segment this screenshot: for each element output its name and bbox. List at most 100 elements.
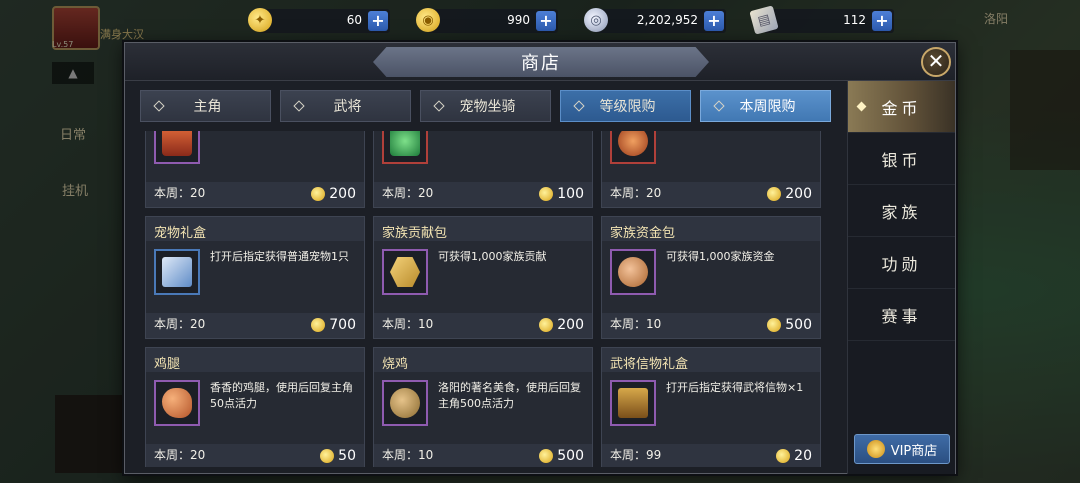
diamond-icon <box>433 100 445 112</box>
resource-silver-coin: ◎ 2,202,952 + <box>584 8 726 33</box>
tab-label: 宠物坐骑 <box>459 99 516 115</box>
resource-gold-ingot: ◉ 990 + <box>416 8 558 33</box>
item-icon-frame <box>610 131 656 164</box>
gold-coin-icon: ✦ <box>248 8 272 32</box>
item-body <box>146 131 364 182</box>
close-icon[interactable]: ✕ <box>921 47 951 77</box>
gold-coin-icon <box>539 449 554 463</box>
tab-label: 主角 <box>193 99 222 115</box>
treasure-chest-icon <box>618 388 648 418</box>
item-icon-frame <box>382 249 428 295</box>
item-limit: 本周：10 <box>382 317 434 331</box>
item-description: 可获得1,000家族资金 <box>666 250 775 263</box>
roast-chicken-icon <box>390 388 420 418</box>
item-limit: 本周：20 <box>154 186 206 200</box>
item-price[interactable]: 200 <box>767 186 812 202</box>
add-gold-coin-button[interactable]: + <box>368 11 388 31</box>
item-limit: 本周：10 <box>382 448 434 462</box>
price-value: 20 <box>794 448 812 464</box>
resource-scroll: ▤ 112 + <box>749 5 894 35</box>
price-value: 200 <box>785 186 812 202</box>
diamond-icon <box>153 100 165 112</box>
shop-item-card[interactable]: 鸡腿 香香的鸡腿，使用后回复主角50点活力 本周：20 50 <box>145 347 365 467</box>
shop-item-card[interactable]: 家族贡献包 可获得1,000家族贡献 本周：10 200 <box>373 216 593 339</box>
item-limit: 本周：99 <box>610 448 662 462</box>
vip-shop-button[interactable]: VIP商店 <box>854 434 950 464</box>
add-silver-coin-button[interactable]: + <box>704 11 724 31</box>
pet-gift-box-icon <box>162 257 192 287</box>
category-silver[interactable]: 银币 <box>848 133 955 185</box>
contribution-token-icon <box>390 257 420 287</box>
currency-category-list: 金币 银币 家族 功勋 赛事 VIP商店 <box>847 81 955 474</box>
item-description: 打开后指定获得武将信物×1 <box>666 381 804 394</box>
item-icon-frame <box>382 131 428 164</box>
item-description: 打开后指定获得普通宠物1只 <box>210 250 349 263</box>
gold-coin-icon <box>320 449 335 463</box>
shop-header: 商店 ✕ <box>125 43 955 81</box>
item-price[interactable]: 20 <box>776 448 812 464</box>
tab-generals[interactable]: 武将 <box>280 90 411 122</box>
price-value: 500 <box>785 317 812 333</box>
item-name: 宠物礼盒 <box>154 226 207 241</box>
item-body: 可获得1,000家族资金 <box>602 241 820 313</box>
red-box-icon <box>162 131 192 156</box>
category-merit[interactable]: 功勋 <box>848 237 955 289</box>
tab-label: 本周限购 <box>739 99 796 115</box>
item-icon-frame <box>154 380 200 426</box>
item-price[interactable]: 200 <box>539 317 584 333</box>
item-limit: 本周：20 <box>382 186 434 200</box>
shop-item-card[interactable]: 本周：20 100 <box>373 131 593 208</box>
item-body <box>602 131 820 182</box>
category-tournament[interactable]: 赛事 <box>848 289 955 341</box>
item-price[interactable]: 500 <box>539 448 584 464</box>
tab-level-limited[interactable]: 等级限购 <box>560 90 691 122</box>
shop-item-card[interactable]: 烧鸡 洛阳的著名美食，使用后回复主角500点活力 本周：10 500 <box>373 347 593 467</box>
item-icon-frame <box>154 249 200 295</box>
item-price[interactable]: 500 <box>767 317 812 333</box>
tab-label: 武将 <box>333 99 362 115</box>
resource-gold-coin: ✦ 60 + <box>248 8 390 33</box>
item-price[interactable]: 700 <box>311 317 356 333</box>
item-name: 家族资金包 <box>610 226 676 241</box>
add-gold-ingot-button[interactable]: + <box>536 11 556 31</box>
price-value: 500 <box>557 448 584 464</box>
tab-weekly-limited[interactable]: 本周限购 <box>700 90 831 122</box>
item-description: 可获得1,000家族贡献 <box>438 250 547 263</box>
resource-bar: ✦ 60 + ◉ 990 + ◎ 2,202,952 + ▤ 112 + <box>248 5 894 35</box>
shop-item-card[interactable]: 宠物礼盒 打开后指定获得普通宠物1只 本周：20 700 <box>145 216 365 339</box>
shop-item-grid[interactable]: 本周：20 200 本周：20 100 本周：20 200 宠物礼盒 打开后指定… <box>145 131 825 467</box>
shop-title-plate: 商店 <box>373 47 709 77</box>
item-name: 鸡腿 <box>154 357 181 372</box>
shop-item-card[interactable]: 本周：20 200 <box>601 131 821 208</box>
add-scroll-button[interactable]: + <box>872 11 892 31</box>
tab-pets-mounts[interactable]: 宠物坐骑 <box>420 90 551 122</box>
category-family[interactable]: 家族 <box>848 185 955 237</box>
shop-item-card[interactable]: 家族资金包 可获得1,000家族资金 本周：10 500 <box>601 216 821 339</box>
gold-ingot-icon: ◉ <box>416 8 440 32</box>
category-gold[interactable]: 金币 <box>848 81 955 133</box>
item-icon-frame <box>382 380 428 426</box>
item-icon-frame <box>154 131 200 164</box>
vip-coin-icon <box>866 440 885 458</box>
tab-main-character[interactable]: 主角 <box>140 90 271 122</box>
resource-value: 2,202,952 <box>636 13 698 27</box>
item-icon-frame <box>610 380 656 426</box>
item-price[interactable]: 100 <box>539 186 584 202</box>
gold-coin-icon <box>539 318 554 332</box>
gold-coin-icon <box>311 318 326 332</box>
shop-item-card[interactable]: 本周：20 200 <box>145 131 365 208</box>
item-name: 武将信物礼盒 <box>610 357 689 372</box>
item-price[interactable]: 50 <box>320 448 356 464</box>
item-price[interactable]: 200 <box>311 186 356 202</box>
price-value: 50 <box>338 448 356 464</box>
shop-item-card[interactable]: 武将信物礼盒 打开后指定获得武将信物×1 本周：99 20 <box>601 347 821 467</box>
vip-shop-label: VIP商店 <box>890 443 938 459</box>
gold-coin-icon <box>776 449 791 463</box>
resource-value: 990 <box>507 13 530 27</box>
shop-panel: 商店 ✕ 主角 武将 宠物坐骑 等级限购 本周限购 本周：20 200 本周：2… <box>124 42 956 474</box>
shop-tabs: 主角 武将 宠物坐骑 等级限购 本周限购 <box>140 90 831 122</box>
price-value: 200 <box>557 317 584 333</box>
silver-coin-icon: ◎ <box>584 8 608 32</box>
item-body: 洛阳的著名美食，使用后回复主角500点活力 <box>374 372 592 444</box>
jade-icon <box>390 131 420 156</box>
